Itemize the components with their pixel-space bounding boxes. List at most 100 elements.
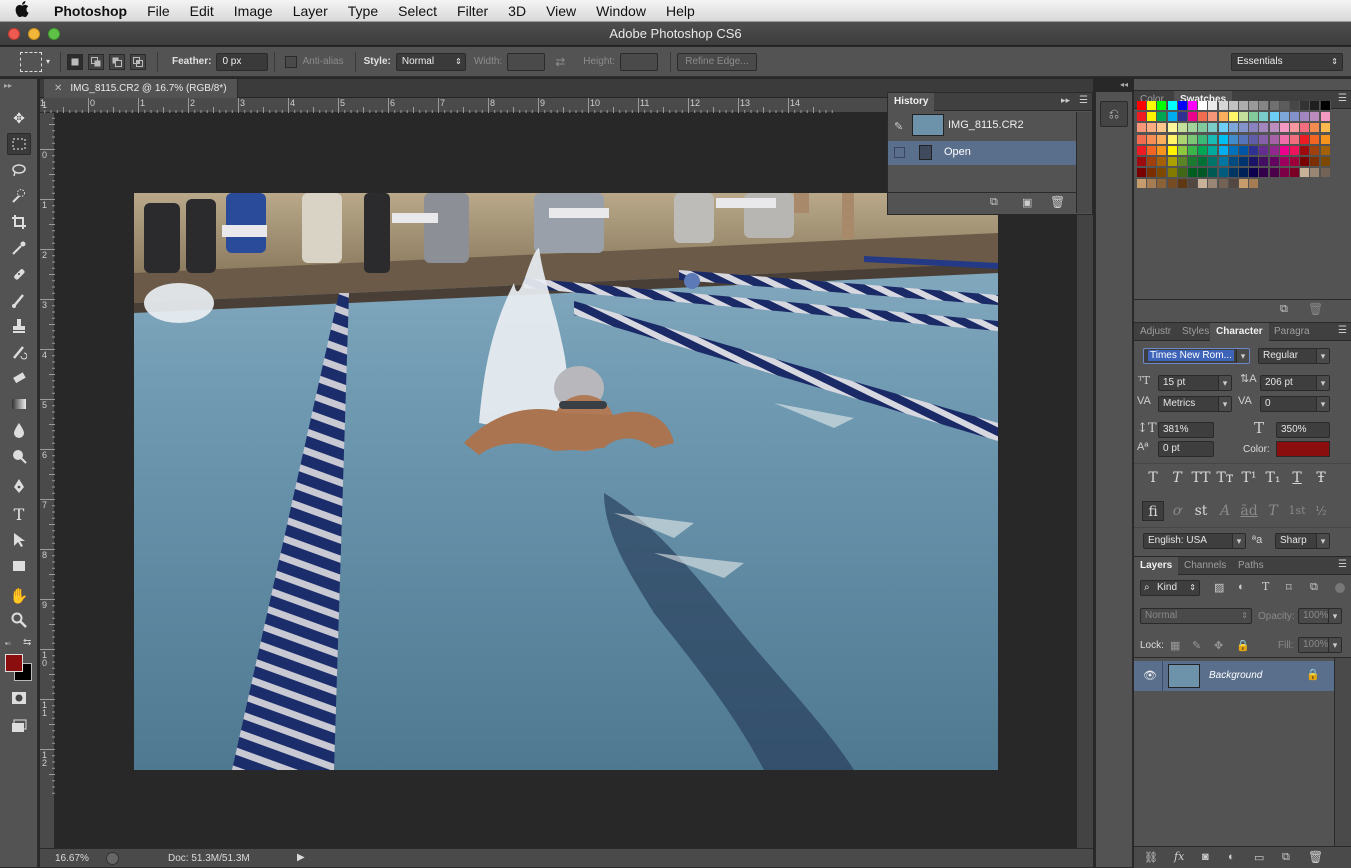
status-info-icon[interactable] bbox=[106, 852, 119, 865]
swatch[interactable] bbox=[1157, 101, 1168, 111]
swatch[interactable] bbox=[1320, 101, 1331, 111]
camera-icon[interactable]: ▣ bbox=[1022, 196, 1032, 209]
swatch[interactable] bbox=[1167, 168, 1178, 179]
trash-icon[interactable]: 🗑 bbox=[1050, 195, 1065, 209]
swatch[interactable] bbox=[1137, 145, 1147, 156]
swatch[interactable] bbox=[1147, 112, 1158, 123]
font-size-select[interactable]: 15 pt bbox=[1158, 375, 1232, 391]
swatch[interactable] bbox=[1167, 179, 1178, 190]
history-state[interactable]: Open bbox=[888, 141, 1076, 165]
titling-alternates-button[interactable]: T bbox=[1262, 501, 1284, 521]
lock-position-icon[interactable]: ✥ bbox=[1214, 639, 1223, 652]
swatch[interactable] bbox=[1157, 134, 1168, 145]
swatch[interactable] bbox=[1137, 101, 1147, 111]
dodge-tool-icon[interactable] bbox=[7, 445, 31, 467]
tab-channels[interactable]: Channels bbox=[1178, 557, 1232, 575]
lock-transparent-icon[interactable]: ▦ bbox=[1170, 639, 1180, 652]
superscript-button[interactable]: T¹ bbox=[1238, 468, 1260, 488]
chevron-down-icon[interactable]: ▾ bbox=[46, 57, 50, 66]
panel-menu-icon[interactable]: ☰ bbox=[1338, 559, 1347, 570]
swatch[interactable] bbox=[1320, 145, 1331, 156]
fractions-button[interactable]: ½ bbox=[1310, 501, 1332, 521]
swatch[interactable] bbox=[1218, 145, 1229, 156]
healing-brush-tool-icon[interactable] bbox=[7, 263, 31, 285]
panel-menu-icon[interactable]: ☰ bbox=[1338, 325, 1347, 336]
swatch[interactable] bbox=[1198, 134, 1209, 145]
eye-icon[interactable]: 👁 bbox=[1143, 669, 1157, 682]
swatch[interactable] bbox=[1279, 112, 1290, 123]
swatch[interactable] bbox=[1239, 134, 1249, 145]
swatch[interactable] bbox=[1290, 123, 1300, 134]
new-adjustment-layer-icon[interactable]: ◐ bbox=[1228, 851, 1235, 863]
swatch[interactable] bbox=[1320, 134, 1331, 145]
swatch[interactable] bbox=[1157, 179, 1168, 190]
swatch[interactable] bbox=[1239, 112, 1249, 123]
swatch[interactable] bbox=[1198, 179, 1209, 190]
fill-input[interactable]: 100% bbox=[1298, 637, 1342, 653]
swatch[interactable] bbox=[1198, 123, 1209, 134]
swatch[interactable] bbox=[1208, 145, 1219, 156]
close-icon[interactable]: ✕ bbox=[54, 83, 62, 94]
document-image[interactable] bbox=[134, 193, 998, 770]
underline-button[interactable]: T bbox=[1286, 468, 1308, 488]
font-style-select[interactable]: Regular bbox=[1258, 348, 1330, 364]
menu-image[interactable]: Image bbox=[224, 3, 283, 19]
crop-tool-icon[interactable] bbox=[7, 211, 31, 233]
swatch[interactable] bbox=[1188, 145, 1198, 156]
swatch[interactable] bbox=[1228, 179, 1239, 190]
swatch[interactable] bbox=[1259, 134, 1270, 145]
style-select[interactable]: Normal ⇕ bbox=[395, 52, 466, 71]
swatch[interactable] bbox=[1279, 168, 1290, 179]
swatch[interactable] bbox=[1167, 112, 1178, 123]
swatch[interactable] bbox=[1208, 134, 1219, 145]
faux-italic-button[interactable]: T bbox=[1166, 468, 1188, 488]
swatch[interactable] bbox=[1249, 168, 1260, 179]
swatch[interactable] bbox=[1208, 112, 1219, 123]
trash-icon[interactable]: 🗑 bbox=[1308, 850, 1323, 864]
swatch[interactable] bbox=[1218, 123, 1229, 134]
layers-scrollbar[interactable] bbox=[1334, 658, 1351, 846]
swatch[interactable] bbox=[1218, 112, 1229, 123]
pixel-layer-filter-icon[interactable]: ▨ bbox=[1214, 581, 1224, 594]
document-tab[interactable]: ✕ IMG_8115.CR2 @ 16.7% (RGB/8*) bbox=[44, 79, 238, 98]
swatch[interactable] bbox=[1269, 168, 1280, 179]
brush-tool-icon[interactable] bbox=[7, 289, 31, 311]
menu-photoshop[interactable]: Photoshop bbox=[44, 3, 137, 19]
add-mask-icon[interactable]: ◙ bbox=[1202, 851, 1209, 863]
swatch[interactable] bbox=[1290, 101, 1300, 111]
swatch[interactable] bbox=[1300, 168, 1311, 179]
antialias-checkbox[interactable] bbox=[285, 55, 298, 68]
swatch[interactable] bbox=[1188, 168, 1198, 179]
pen-tool-icon[interactable] bbox=[7, 475, 31, 497]
shape-layer-filter-icon[interactable]: ⌑ bbox=[1286, 581, 1292, 594]
swatch[interactable] bbox=[1188, 134, 1198, 145]
swatch[interactable] bbox=[1157, 157, 1168, 167]
swatch[interactable] bbox=[1239, 101, 1249, 111]
new-group-icon[interactable]: ▭ bbox=[1254, 851, 1264, 864]
quick-selection-tool-icon[interactable] bbox=[7, 185, 31, 207]
rectangular-marquee-tool-icon[interactable] bbox=[7, 133, 31, 155]
swatch[interactable] bbox=[1147, 101, 1158, 111]
lasso-tool-icon[interactable] bbox=[7, 159, 31, 181]
swatch[interactable] bbox=[1249, 112, 1260, 123]
swatch[interactable] bbox=[1188, 179, 1198, 190]
swatch[interactable] bbox=[1198, 168, 1209, 179]
blur-tool-icon[interactable] bbox=[7, 419, 31, 441]
swatch[interactable] bbox=[1310, 145, 1321, 156]
swatch[interactable] bbox=[1157, 145, 1168, 156]
lock-all-icon[interactable]: 🔒 bbox=[1236, 639, 1250, 652]
swatch[interactable] bbox=[1218, 157, 1229, 167]
menu-3d[interactable]: 3D bbox=[498, 3, 536, 19]
swatch[interactable] bbox=[1269, 134, 1280, 145]
opacity-input[interactable]: 100% bbox=[1298, 608, 1342, 624]
swatch[interactable] bbox=[1177, 179, 1188, 190]
swatch[interactable] bbox=[1228, 123, 1239, 134]
swatch[interactable] bbox=[1198, 157, 1209, 167]
swatch[interactable] bbox=[1249, 123, 1260, 134]
swatch[interactable] bbox=[1290, 168, 1300, 179]
swatch[interactable] bbox=[1177, 168, 1188, 179]
history-snapshot[interactable]: ✎ IMG_8115.CR2 bbox=[888, 112, 1076, 140]
swatch[interactable] bbox=[1259, 101, 1270, 111]
kerning-select[interactable]: Metrics bbox=[1158, 396, 1232, 412]
swatch[interactable] bbox=[1188, 101, 1198, 111]
